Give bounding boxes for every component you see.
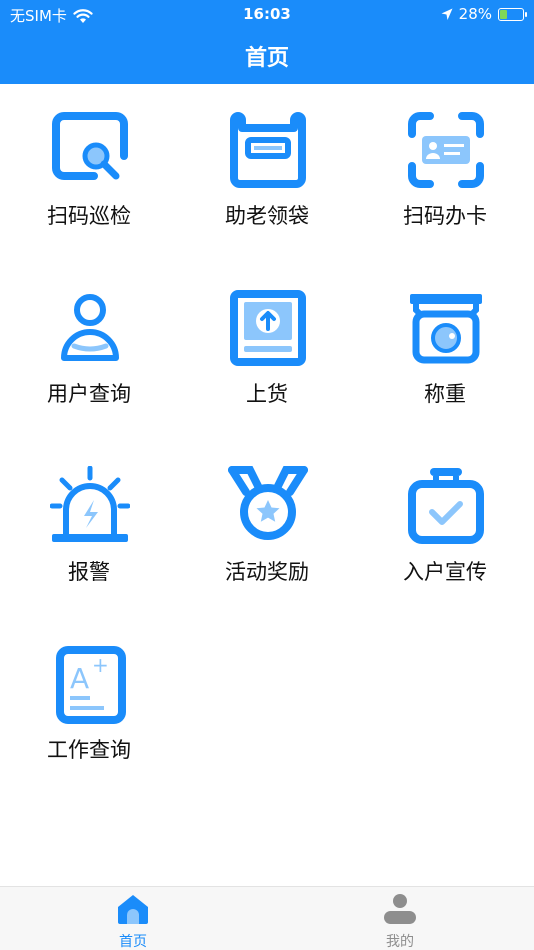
grid-item-home-promo[interactable]: 入户宣传	[356, 440, 534, 618]
grid-item-elder-bag[interactable]: 助老领袋	[178, 84, 356, 262]
grid-item-label: 用户查询	[47, 382, 131, 406]
grid-item-work-query[interactable]: A + 工作查询	[0, 618, 178, 796]
grid-item-weigh[interactable]: 称重	[356, 262, 534, 440]
profile-icon	[384, 894, 416, 924]
medal-icon	[228, 466, 308, 540]
grid-item-label: 助老领袋	[225, 204, 309, 228]
grid-item-label: 称重	[424, 382, 466, 406]
tab-home[interactable]: 首页	[73, 893, 193, 950]
battery-icon	[498, 7, 527, 21]
grid-item-label: 报警	[68, 560, 110, 584]
battery-percent: 28%	[458, 5, 492, 23]
tab-bar: 首页 我的	[0, 886, 534, 950]
grid-item-label: 入户宣传	[403, 560, 487, 584]
scan-inspect-icon	[52, 112, 128, 180]
tab-home-label: 首页	[119, 934, 147, 950]
grid-item-label: 扫码办卡	[403, 204, 487, 228]
grid-item-user-query[interactable]: 用户查询	[0, 262, 178, 440]
scan-card-icon	[408, 112, 484, 188]
grid-item-label: 工作查询	[47, 738, 131, 762]
check-bag-icon	[408, 468, 484, 544]
scale-icon	[410, 294, 482, 364]
header: 无SIM卡 16:03 28% 首页	[0, 0, 534, 84]
grid-item-scan-inspect[interactable]: 扫码巡检	[0, 84, 178, 262]
work-report-icon: A +	[56, 646, 126, 724]
tab-mine[interactable]: 我的	[340, 893, 460, 950]
grid-item-alarm[interactable]: 报警	[0, 440, 178, 618]
home-icon	[118, 895, 148, 924]
page-title: 首页	[244, 46, 289, 71]
grid-item-label: 上货	[246, 382, 288, 406]
grid-item-label: 活动奖励	[225, 560, 309, 584]
upload-icon	[230, 290, 306, 366]
user-icon	[61, 294, 119, 361]
grid-item-activity-reward[interactable]: 活动奖励	[178, 440, 356, 618]
grid-item-restock[interactable]: 上货	[178, 262, 356, 440]
alarm-light-icon	[50, 466, 130, 542]
grid-item-scan-card[interactable]: 扫码办卡	[356, 84, 534, 262]
grid-item-label: 扫码巡检	[47, 204, 131, 228]
tab-mine-label: 我的	[386, 934, 414, 950]
status-bar: 无SIM卡 16:03 28%	[0, 0, 534, 28]
svg-text:A: A	[70, 662, 89, 695]
location-arrow-icon	[441, 8, 453, 20]
bag-icon	[230, 112, 306, 188]
svg-text:+: +	[92, 653, 109, 677]
